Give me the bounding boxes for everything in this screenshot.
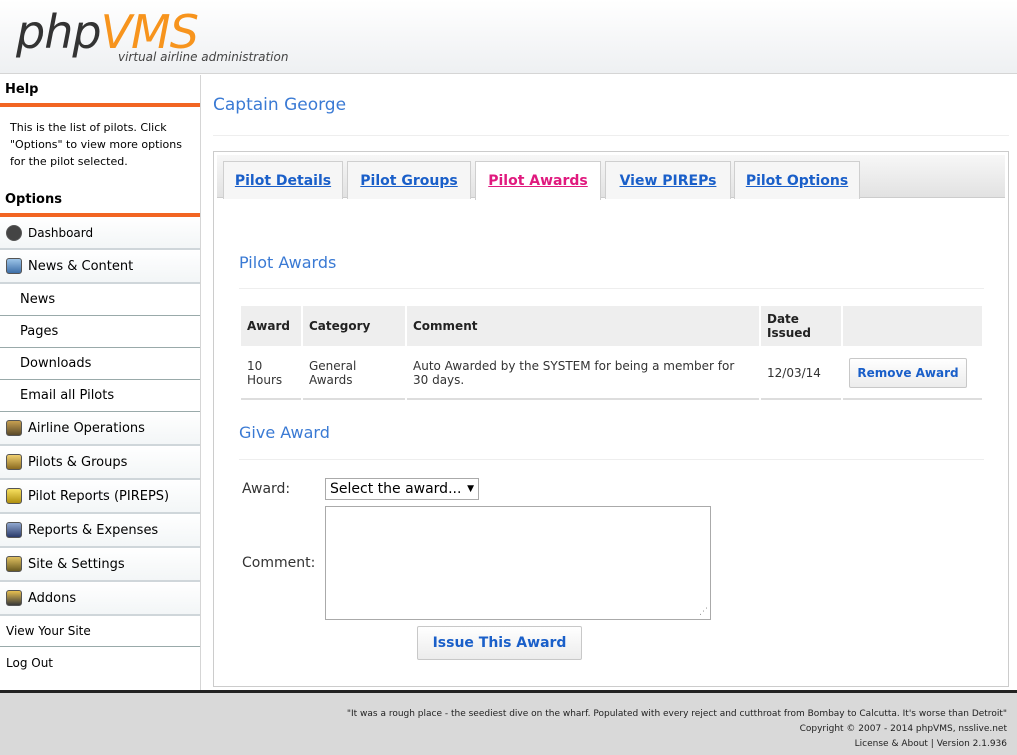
- footer-license-link[interactable]: License & About | Version 2.1.936: [0, 737, 1007, 752]
- news-content-icon: [6, 258, 22, 274]
- column-header-category: Category: [303, 306, 405, 346]
- sidebar-item-addons[interactable]: Addons: [0, 582, 200, 616]
- resize-handle-icon[interactable]: ⋰: [699, 607, 708, 617]
- award-select-value: Select the award...: [330, 481, 462, 497]
- header: phpVMS virtual airline administration: [0, 0, 1017, 74]
- sidebar-item-pilots-groups[interactable]: Pilots & Groups: [0, 446, 200, 480]
- sidebar: Help This is the list of pilots. Click "…: [0, 75, 201, 690]
- site-settings-icon: [6, 556, 22, 572]
- help-heading: Help: [0, 75, 200, 107]
- remove-award-button[interactable]: Remove Award: [849, 358, 967, 388]
- divider: [239, 288, 984, 289]
- cell-date-issued: 12/03/14: [761, 348, 841, 400]
- footer-quote: "It was a rough place - the seediest div…: [346, 709, 1007, 719]
- awards-table: Award Category Comment Date Issued 10 Ho…: [239, 304, 984, 402]
- sidebar-item-downloads[interactable]: Downloads: [0, 348, 200, 380]
- footer-copyright: Copyright © 2007 - 2014 phpVMS, nsslive.…: [799, 724, 1007, 734]
- sidebar-item-news[interactable]: News: [0, 284, 200, 316]
- tab-view-pireps[interactable]: View PIREPs: [605, 161, 731, 199]
- pilot-awards-heading: Pilot Awards: [239, 253, 337, 272]
- options-heading: Options: [0, 185, 200, 217]
- sidebar-item-dashboard[interactable]: Dashboard: [0, 217, 200, 250]
- issue-award-button[interactable]: Issue This Award: [417, 626, 582, 660]
- tab-pilot-groups[interactable]: Pilot Groups: [347, 161, 471, 199]
- sidebar-item-label: Site & Settings: [28, 556, 125, 572]
- sidebar-item-label: Email all Pilots: [20, 388, 115, 403]
- cell-comment: Auto Awarded by the SYSTEM for being a m…: [407, 348, 759, 400]
- tab-pilot-options[interactable]: Pilot Options: [734, 161, 860, 199]
- reports-expenses-icon: [6, 522, 22, 538]
- cell-category: General Awards: [303, 348, 405, 400]
- divider: [239, 459, 984, 460]
- column-header-actions: [843, 306, 982, 346]
- sidebar-item-label: Dashboard: [28, 225, 94, 240]
- sidebar-item-label: Downloads: [20, 356, 92, 371]
- give-award-heading: Give Award: [239, 423, 330, 442]
- dashboard-icon: [6, 224, 22, 241]
- award-label: Award:: [242, 481, 291, 497]
- sidebar-item-email-pilots[interactable]: Email all Pilots: [0, 380, 200, 412]
- comment-label: Comment:: [242, 555, 316, 571]
- sidebar-item-label: Addons: [28, 590, 77, 606]
- sidebar-item-reports-expenses[interactable]: Reports & Expenses: [0, 514, 200, 548]
- addons-icon: [6, 590, 22, 606]
- sidebar-item-label: View Your Site: [6, 624, 91, 638]
- sidebar-item-label: Log Out: [6, 655, 54, 670]
- sidebar-item-view-site[interactable]: View Your Site: [0, 616, 200, 647]
- sidebar-item-label: Pages: [20, 324, 59, 339]
- chevron-down-icon: ▼: [467, 484, 474, 494]
- column-header-comment: Comment: [407, 306, 759, 346]
- main-content: Captain George Pilot Details Pilot Group…: [213, 95, 1009, 687]
- sidebar-item-label: Pilot Reports (PIREPS): [28, 488, 170, 504]
- table-header-row: Award Category Comment Date Issued: [241, 306, 982, 346]
- sidebar-item-label: Pilots & Groups: [28, 454, 128, 470]
- sidebar-item-pilot-reports[interactable]: Pilot Reports (PIREPS): [0, 480, 200, 514]
- cell-actions: Remove Award: [843, 348, 982, 400]
- sidebar-item-log-out[interactable]: Log Out: [0, 647, 200, 678]
- cell-award: 10 Hours: [241, 348, 301, 400]
- sidebar-item-pages[interactable]: Pages: [0, 316, 200, 348]
- sidebar-item-label: Reports & Expenses: [28, 522, 159, 538]
- comment-field[interactable]: ⋰: [325, 506, 711, 620]
- award-select[interactable]: Select the award... ▼: [325, 478, 479, 500]
- pilot-reports-icon: [6, 488, 22, 504]
- column-header-award: Award: [241, 306, 301, 346]
- tab-pilot-awards[interactable]: Pilot Awards: [475, 161, 601, 200]
- pilot-tabs-panel: Pilot Details Pilot Groups Pilot Awards …: [213, 151, 1009, 687]
- column-header-date-issued: Date Issued: [761, 306, 841, 346]
- tab-bar: Pilot Details Pilot Groups Pilot Awards …: [217, 155, 1005, 200]
- table-row: 10 Hours General Awards Auto Awarded by …: [241, 348, 982, 400]
- footer: "It was a rough place - the seediest div…: [0, 690, 1017, 755]
- help-text: This is the list of pilots. Click "Optio…: [10, 121, 182, 168]
- sidebar-item-airline-operations[interactable]: Airline Operations: [0, 412, 200, 446]
- sidebar-item-news-content[interactable]: News & Content: [0, 250, 200, 284]
- logo-php: php: [16, 5, 102, 59]
- page-title: Captain George: [213, 95, 1009, 136]
- sidebar-item-label: News & Content: [28, 258, 134, 274]
- tab-pilot-details[interactable]: Pilot Details: [223, 161, 343, 199]
- sidebar-item-site-settings[interactable]: Site & Settings: [0, 548, 200, 582]
- logo-tagline: virtual airline administration: [118, 50, 289, 64]
- sidebar-item-label: News: [20, 292, 56, 307]
- airline-operations-icon: [6, 420, 22, 436]
- pilots-groups-icon: [6, 454, 22, 470]
- sidebar-item-label: Airline Operations: [28, 420, 145, 436]
